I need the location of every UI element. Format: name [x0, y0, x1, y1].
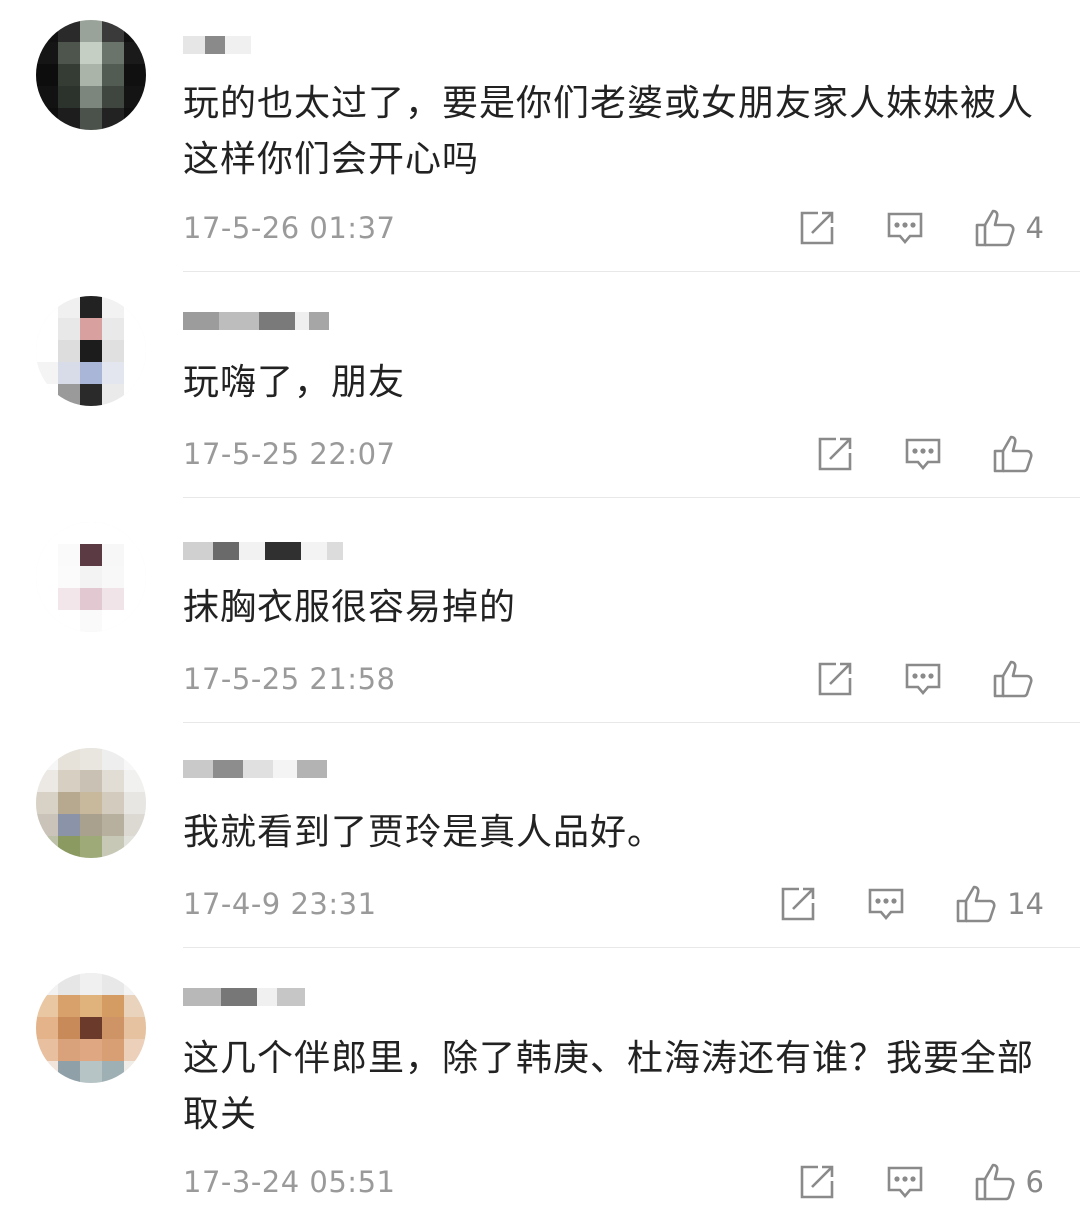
share-icon [818, 437, 852, 471]
share-button[interactable] [798, 209, 836, 247]
comment-text: 玩的也太过了，要是你们老婆或女朋友家人妹妹被人这样你们会开心吗 [183, 83, 1035, 180]
comment-actions: 14 [779, 884, 1044, 924]
comment-text: 我就看到了贾玲是真人品好。 [183, 812, 665, 853]
thumbs-up-icon [975, 209, 1015, 247]
like-button[interactable]: 6 [974, 1162, 1044, 1202]
comment-meta: 17-5-25 21:58 [183, 659, 1044, 699]
thumbs-up-icon [993, 660, 1033, 698]
username-blurred[interactable] [183, 758, 327, 780]
avatar[interactable] [36, 296, 146, 406]
share-button[interactable] [816, 435, 854, 473]
avatar[interactable] [36, 522, 146, 632]
thumbs-up-icon [993, 435, 1033, 473]
reply-button[interactable] [904, 660, 942, 698]
like-button[interactable]: 14 [955, 884, 1044, 924]
thumbs-up-icon [975, 1163, 1015, 1201]
share-icon [800, 1165, 833, 1199]
share-icon [800, 211, 833, 245]
comment-meta: 17-5-25 22:07 [183, 434, 1044, 474]
comment-icon [887, 212, 922, 245]
username-blurred[interactable] [183, 310, 329, 332]
divider [183, 497, 1080, 498]
like-count: 14 [1007, 887, 1044, 921]
comment-actions [816, 434, 1044, 474]
share-icon [818, 662, 852, 696]
like-count: 4 [1025, 211, 1044, 245]
divider [183, 947, 1080, 948]
like-button[interactable] [992, 434, 1044, 474]
comment-meta: 17-5-26 01:37 4 [183, 208, 1044, 248]
username-blurred[interactable] [183, 34, 251, 56]
divider [183, 271, 1080, 272]
thumbs-up-icon [956, 885, 996, 923]
share-icon [781, 887, 815, 921]
comment-date: 17-5-26 01:37 [183, 211, 396, 245]
comment-actions [816, 659, 1044, 699]
username-blurred[interactable] [183, 986, 305, 1008]
comment-text: 这几个伴郎里，除了韩庚、杜海涛还有谁？我要全部取关 [183, 1038, 1035, 1135]
like-button[interactable]: 4 [974, 208, 1044, 248]
comment-date: 17-4-9 23:31 [183, 887, 377, 921]
comment-text: 玩嗨了，朋友 [183, 362, 406, 403]
reply-button[interactable] [886, 209, 924, 247]
like-count: 6 [1025, 1165, 1044, 1199]
like-button[interactable] [992, 659, 1044, 699]
comment-actions: 4 [798, 208, 1044, 248]
divider [183, 722, 1080, 723]
avatar[interactable] [36, 20, 146, 130]
comment-date: 17-3-24 05:51 [183, 1165, 396, 1199]
share-button[interactable] [816, 660, 854, 698]
comment-meta: 17-4-9 23:31 14 [183, 884, 1044, 924]
avatar[interactable] [36, 973, 146, 1083]
share-button[interactable] [798, 1163, 836, 1201]
reply-button[interactable] [904, 435, 942, 473]
comment-date: 17-5-25 22:07 [183, 437, 396, 471]
comment-text: 抹胸衣服很容易掉的 [183, 587, 517, 628]
reply-button[interactable] [886, 1163, 924, 1201]
comment-icon [868, 888, 904, 921]
username-blurred[interactable] [183, 540, 343, 562]
reply-button[interactable] [867, 885, 905, 923]
comment-date: 17-5-25 21:58 [183, 662, 396, 696]
comment-icon [905, 438, 941, 471]
comment-actions: 6 [798, 1162, 1044, 1202]
avatar[interactable] [36, 748, 146, 858]
comment-meta: 17-3-24 05:51 6 [183, 1162, 1044, 1202]
share-button[interactable] [779, 885, 817, 923]
comment-icon [905, 663, 941, 696]
comment-icon [887, 1166, 922, 1199]
